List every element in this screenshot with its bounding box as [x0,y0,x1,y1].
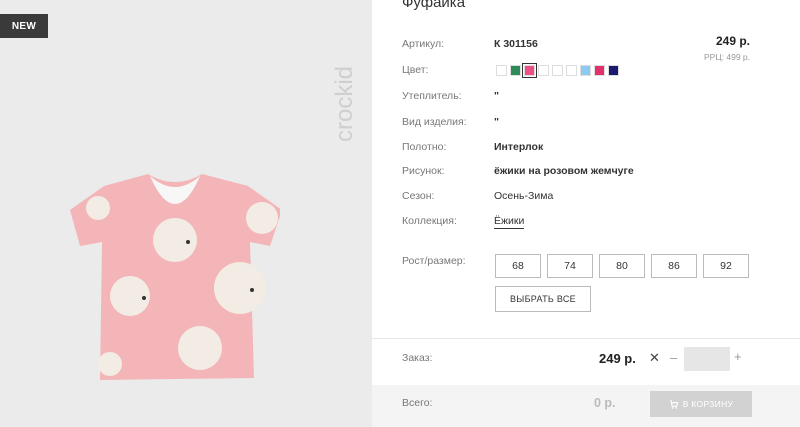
total-row: Всего: 0 р. В КОРЗИНУ [372,385,800,427]
times-icon: ✕ [649,350,660,365]
fabric-label: Полотно: [402,141,447,153]
article-value: К 301156 [494,38,538,50]
kind-value: " [494,116,499,128]
total-label: Всего: [402,397,433,409]
total-price: 0 р. [594,396,616,410]
new-badge: NEW [0,14,48,38]
season-label: Сезон: [402,190,435,202]
product-photo [70,174,280,380]
size-option-86[interactable]: 86 [651,254,697,278]
pattern-value: ёжики на розовом жемчуге [494,165,634,177]
color-swatch[interactable] [538,65,549,76]
size-label: Рост/размер: [402,255,466,267]
collection-label: Коллекция: [402,215,457,227]
product-price: 249 р. [715,34,750,48]
order-label: Заказ: [402,352,433,364]
color-swatch[interactable] [552,65,563,76]
product-image-panel: NEW crockid [0,0,372,427]
color-swatch[interactable] [496,65,507,76]
collection-link[interactable]: Ёжики [494,215,525,229]
article-label: Артикул: [402,38,445,50]
product-title: Фуфайка [402,0,466,11]
color-label: Цвет: [402,64,429,76]
cart-icon [669,399,678,409]
increase-quantity-button[interactable]: + [734,349,742,364]
color-swatch[interactable] [580,65,591,76]
color-swatch[interactable] [566,65,577,76]
order-price: 249 р. [599,351,636,366]
size-option-80[interactable]: 80 [599,254,645,278]
fabric-value: Интерлок [494,141,544,153]
size-option-68[interactable]: 68 [495,254,541,278]
product-details: Фуфайка 249 р. РРЦ: 499 р. Артикул: К 30… [372,0,800,427]
decrease-quantity-button[interactable]: – [670,350,677,365]
color-swatch[interactable] [510,65,521,76]
color-swatch[interactable] [522,63,537,78]
brand-logo: crockid [331,66,358,142]
pattern-label: Рисунок: [402,165,445,177]
color-swatch[interactable] [608,65,619,76]
brand-logo-text: crockid [331,66,358,142]
insulation-label: Утеплитель: [402,90,462,102]
color-swatch[interactable] [594,65,605,76]
size-options: 68 74 80 86 92 [495,254,749,278]
add-to-cart-label: В КОРЗИНУ [682,399,734,409]
insulation-value: " [494,90,499,102]
size-option-92[interactable]: 92 [703,254,749,278]
order-row: Заказ: 249 р. ✕ – + [372,339,800,379]
season-value: Осень-Зима [494,190,554,202]
color-swatches [496,63,619,78]
product-rrp: РРЦ: 499 р. [704,52,750,62]
add-to-cart-button[interactable]: В КОРЗИНУ [650,391,752,417]
quantity-input[interactable] [684,347,730,371]
size-option-74[interactable]: 74 [547,254,593,278]
kind-label: Вид изделия: [402,116,467,128]
select-all-sizes-button[interactable]: ВЫБРАТЬ ВСЕ [495,286,591,312]
